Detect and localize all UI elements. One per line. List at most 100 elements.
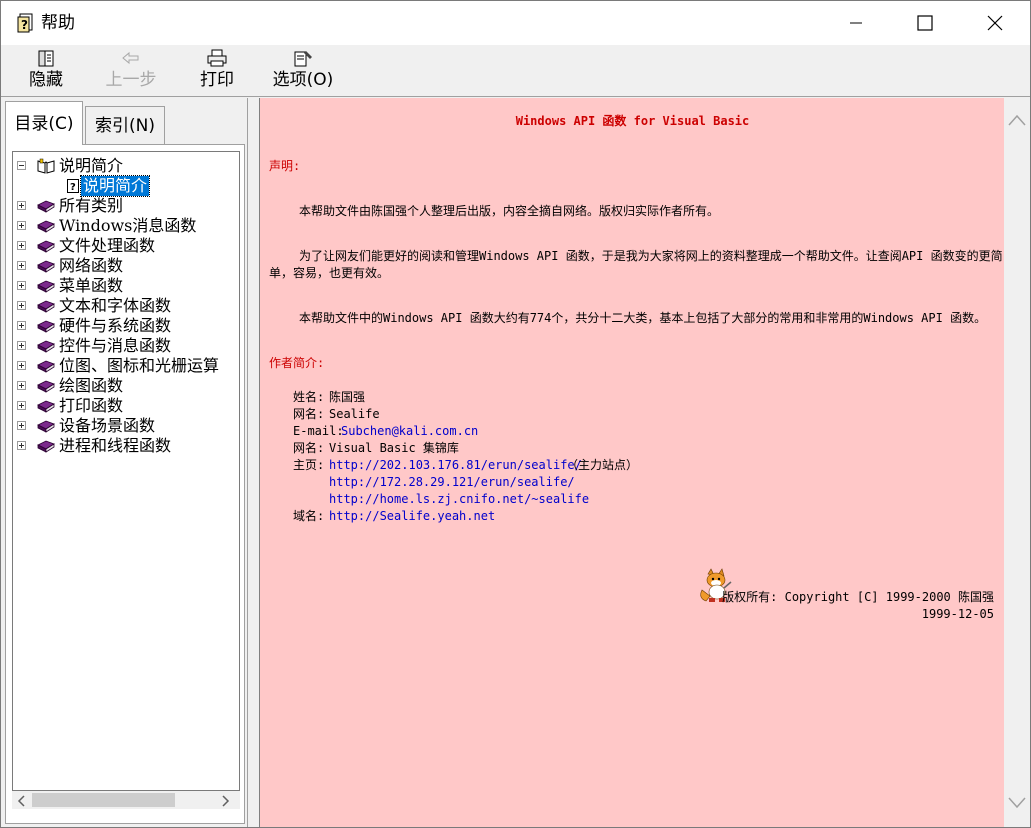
tree-node-label: 文本和字体函数 <box>59 296 172 315</box>
vertical-scrollbar[interactable] <box>1004 98 1030 827</box>
tab-index-label: 索引(N) <box>95 115 155 136</box>
closed-book-icon <box>37 358 55 377</box>
horizontal-scrollbar[interactable] <box>12 791 240 809</box>
print-label: 打印 <box>200 70 234 90</box>
options-label: 选项(O) <box>272 70 334 90</box>
hide-pane-icon <box>36 47 56 69</box>
print-button[interactable]: 打印 <box>195 47 239 95</box>
expand-icon[interactable] <box>17 421 26 430</box>
nick-label: 网名: <box>293 407 325 421</box>
back-arrow-icon <box>121 47 141 69</box>
svg-text:?: ? <box>21 18 28 32</box>
open-book-icon <box>37 158 55 178</box>
closed-book-icon <box>37 238 55 257</box>
svg-text:?: ? <box>70 182 76 193</box>
tree-node-label: 菜单函数 <box>59 276 124 295</box>
statement-para-2-line2: 单，容易，也更有效。 <box>269 266 390 280</box>
expand-icon[interactable] <box>17 241 26 250</box>
tree-node-label: 进程和线程函数 <box>59 436 172 455</box>
tab-contents-label: 目录(C) <box>14 113 74 134</box>
tree-node-label: 说明简介 <box>59 156 124 175</box>
help-page-icon: ? <box>67 178 79 197</box>
tree-node-label: 控件与消息函数 <box>59 336 172 355</box>
tree-node-label: 所有类别 <box>59 196 124 215</box>
expand-icon[interactable] <box>17 301 26 310</box>
home-link-3[interactable]: http://home.ls.zj.cnifo.net/~sealife <box>329 491 589 508</box>
author-title: 作者简介: <box>269 356 325 370</box>
email-link[interactable]: Subchen@kali.com.cn <box>341 423 478 440</box>
expand-icon[interactable] <box>17 261 26 270</box>
tree-node-label: 设备场景函数 <box>59 416 156 435</box>
home-link-2[interactable]: http://172.28.29.121/erun/sealife/ <box>329 474 575 491</box>
nick-value: Sealife <box>329 407 380 421</box>
collapse-icon[interactable] <box>17 161 26 170</box>
help-window: ? 帮助 隐藏 上一步 打印 选项(O) 目录(C) 索引(N) 说明简介 ? … <box>0 0 1031 828</box>
statement-para-1: 本帮助文件由陈国强个人整理后出版，内容全摘自网络。版权归实际作者所有。 <box>299 204 720 218</box>
navigation-pane: 目录(C) 索引(N) 说明简介 ? 说明简介 所有类别 Windows消息函数… <box>1 98 248 827</box>
home-label: 主页: <box>293 458 325 472</box>
home-note: （主力站点） <box>566 458 639 472</box>
toolbar: 隐藏 上一步 打印 选项(O) <box>1 45 1030 97</box>
expand-icon[interactable] <box>17 201 26 210</box>
closed-book-icon <box>37 318 55 337</box>
site-value: Visual Basic 集锦库 <box>329 441 459 455</box>
expand-icon[interactable] <box>17 341 26 350</box>
scrollbar-thumb[interactable] <box>32 793 175 807</box>
expand-icon[interactable] <box>17 401 26 410</box>
tree-node-label: 硬件与系统函数 <box>59 316 172 335</box>
tree-node-label: 绘图函数 <box>59 376 124 395</box>
tree-node-label: 位图、图标和光栅运算 <box>59 356 220 375</box>
tree-node-label: 打印函数 <box>59 396 124 415</box>
tree-node-label: 网络函数 <box>59 256 124 275</box>
expand-icon[interactable] <box>17 321 26 330</box>
close-button[interactable] <box>960 1 1030 45</box>
date-text: 1999-12-05 <box>921 607 994 621</box>
options-button[interactable]: 选项(O) <box>267 47 339 95</box>
statement-para-2-line1: 为了让网友们能更好的阅读和管理Windows API 函数，于是我为大家将网上的… <box>299 249 1003 263</box>
contents-tree[interactable]: 说明简介 ? 说明简介 所有类别 Windows消息函数 文件处理函数 网络函数 菜单函… <box>12 151 240 791</box>
tree-page-label: 说明简介 <box>79 175 151 197</box>
maximize-button[interactable] <box>890 1 960 45</box>
closed-book-icon <box>37 258 55 277</box>
expand-icon[interactable] <box>17 381 26 390</box>
closed-book-icon <box>37 398 55 417</box>
content-heading: Windows API 函数 for Visual Basic <box>515 114 750 128</box>
expand-icon[interactable] <box>17 441 26 450</box>
tree-node-label: 文件处理函数 <box>59 236 156 255</box>
expand-icon[interactable] <box>17 361 26 370</box>
expand-icon[interactable] <box>17 281 26 290</box>
window-title: 帮助 <box>41 13 75 33</box>
scroll-left-icon[interactable] <box>15 793 29 807</box>
scroll-up-icon[interactable] <box>1007 112 1027 131</box>
statement-title: 声明: <box>269 159 301 173</box>
contents-tab-panel: 说明简介 ? 说明简介 所有类别 Windows消息函数 文件处理函数 网络函数 菜单函… <box>5 144 245 824</box>
scroll-down-icon[interactable] <box>1007 795 1027 814</box>
scroll-right-icon[interactable] <box>218 793 232 807</box>
minimize-button[interactable] <box>821 1 891 45</box>
tab-index[interactable]: 索引(N) <box>85 106 165 144</box>
options-icon <box>292 47 314 69</box>
help-content-pane: Windows API 函数 for Visual Basic 声明: 本帮助文… <box>259 98 1004 827</box>
domain-label: 域名: <box>293 509 325 523</box>
closed-book-icon <box>37 438 55 457</box>
email-label: E-mail: <box>293 424 344 438</box>
title-bar[interactable]: ? 帮助 <box>1 1 1030 45</box>
closed-book-icon <box>37 418 55 437</box>
back-button[interactable]: 上一步 <box>101 47 161 95</box>
name-value: 陈国强 <box>329 390 366 404</box>
tab-contents[interactable]: 目录(C) <box>5 101 83 145</box>
closed-book-icon <box>37 378 55 397</box>
closed-book-icon <box>37 298 55 317</box>
domain-link[interactable]: http://Sealife.yeah.net <box>329 508 495 525</box>
site-label: 网名: <box>293 441 325 455</box>
home-link-1[interactable]: http://202.103.176.81/erun/sealife/ <box>329 457 582 474</box>
tree-node-label: Windows消息函数 <box>59 216 197 235</box>
closed-book-icon <box>37 218 55 237</box>
closed-book-icon <box>37 198 55 217</box>
help-app-icon: ? <box>15 12 35 34</box>
hide-button[interactable]: 隐藏 <box>23 47 69 95</box>
name-label: 姓名: <box>293 390 325 404</box>
hide-label: 隐藏 <box>29 70 63 90</box>
expand-icon[interactable] <box>17 221 26 230</box>
closed-book-icon <box>37 278 55 297</box>
